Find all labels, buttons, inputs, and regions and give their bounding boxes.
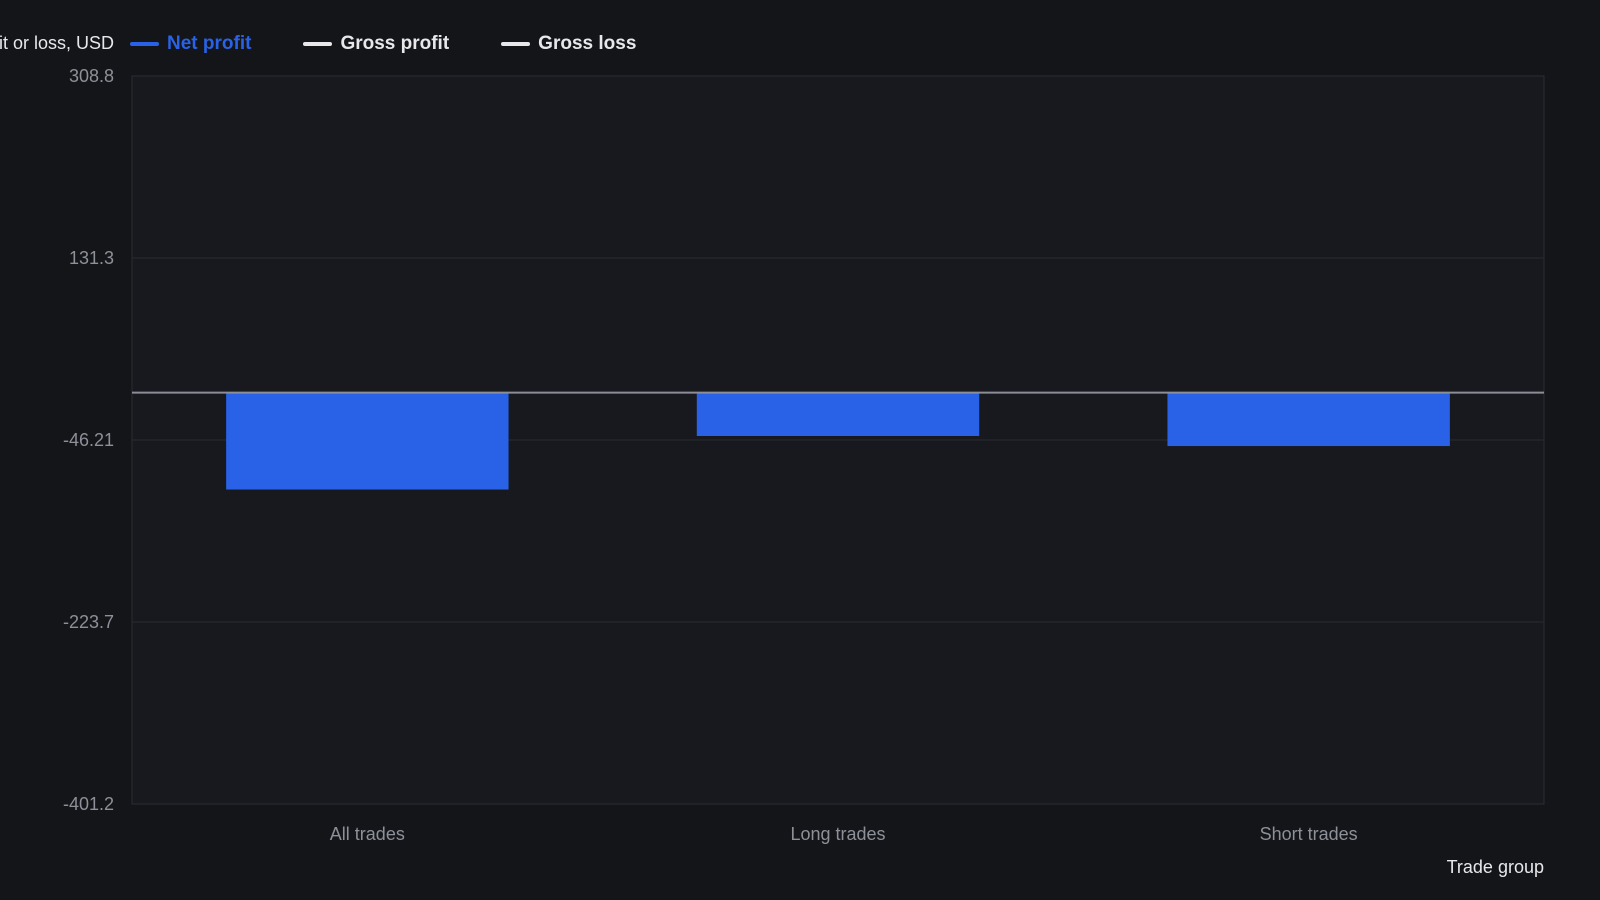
y-tick-label: -223.7 [63, 612, 114, 632]
bar-3 [1167, 392, 1450, 447]
x-axis-title: Trade group [1446, 857, 1544, 877]
y-tick-label: 308.8 [69, 66, 114, 86]
x-tick-label: Long trades [790, 824, 885, 844]
x-tick-label: Short trades [1260, 824, 1358, 844]
y-tick-label: -401.2 [63, 794, 114, 814]
bar-2 [696, 392, 980, 437]
bar-chart: 308.8 131.3 -46.21 -223.7 -401.2 All trades Lo… [63, 66, 1545, 844]
y-tick-label: -46.21 [63, 430, 114, 450]
x-tick-label: All trades [330, 824, 405, 844]
bar-1 [226, 392, 509, 490]
y-tick-label: 131.3 [69, 248, 114, 268]
